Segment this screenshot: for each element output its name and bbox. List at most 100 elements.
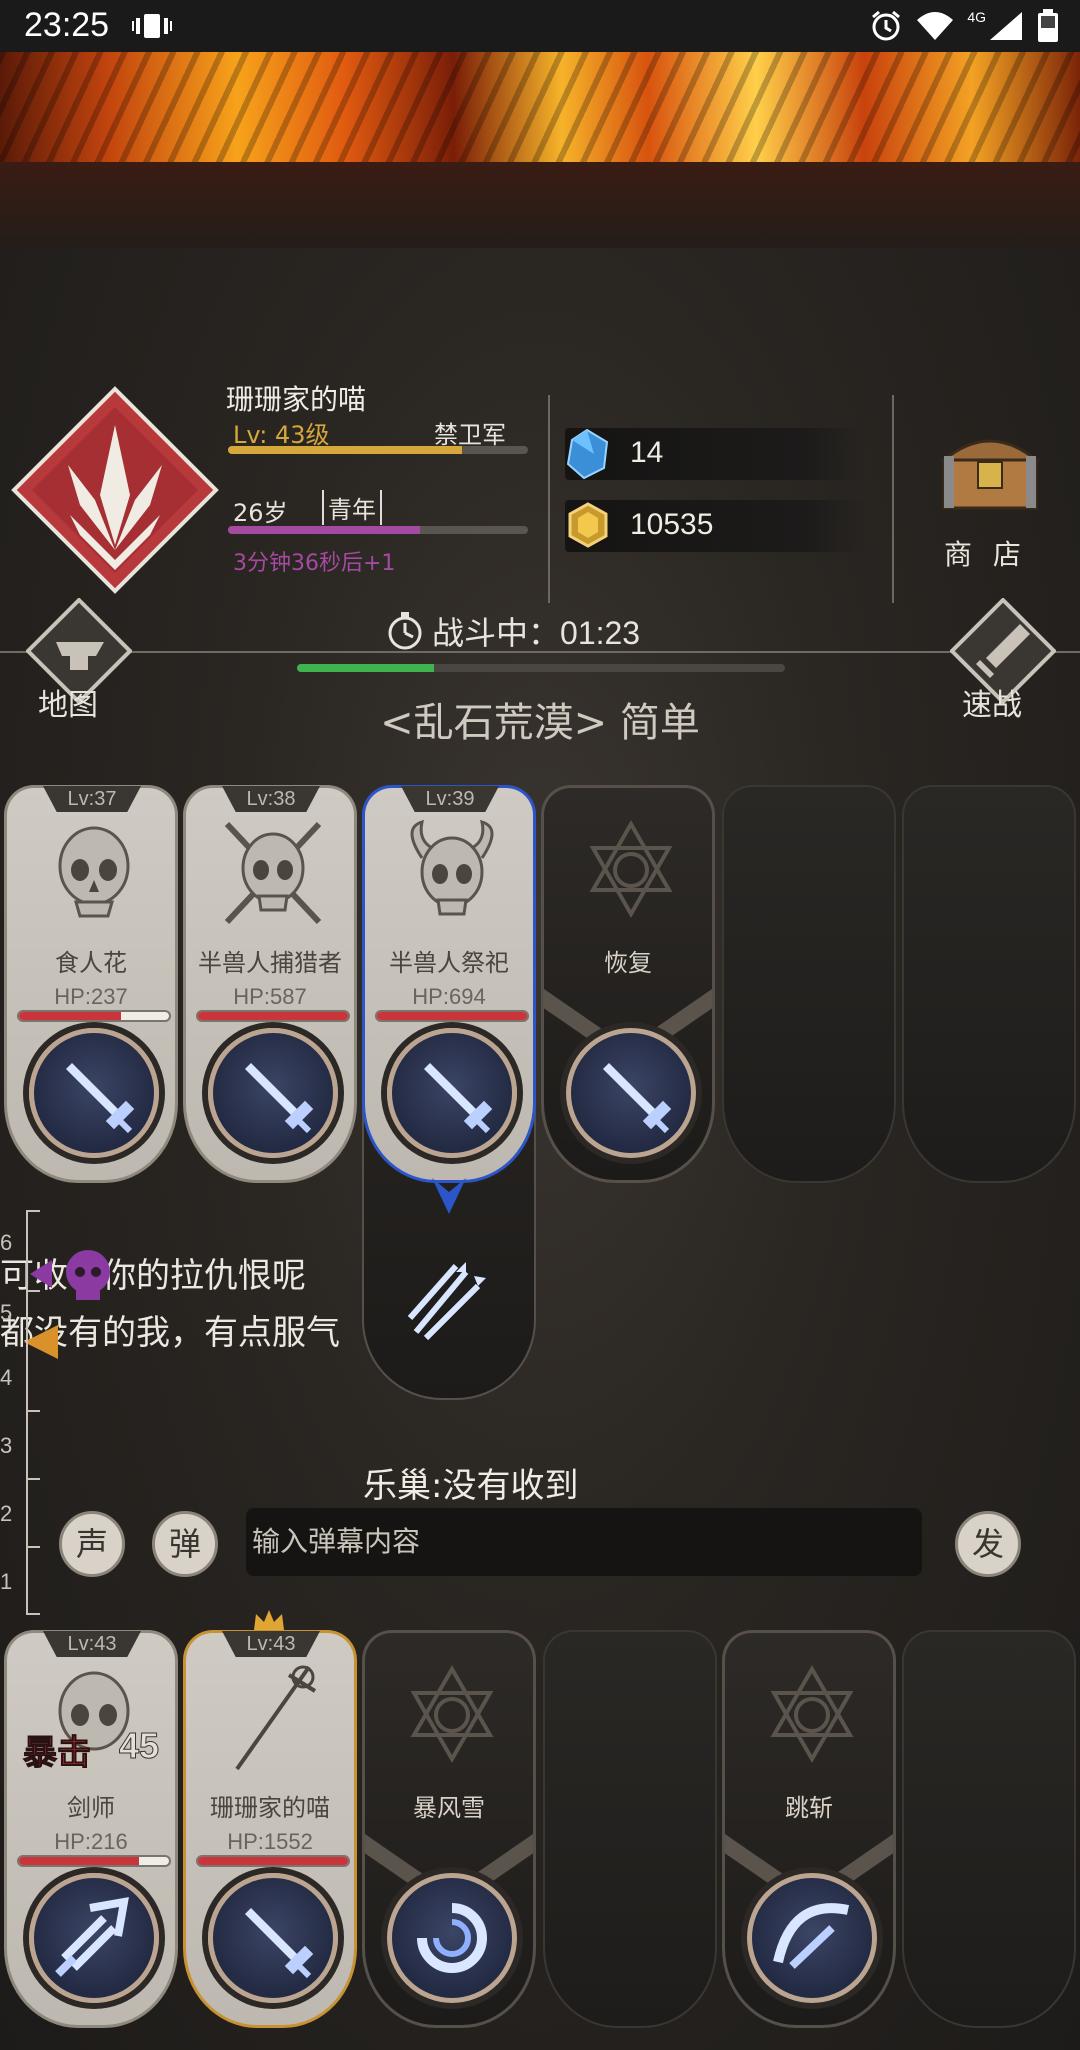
card-level: Lv:37 bbox=[43, 786, 141, 812]
notice-text: 乐巢:没有收到 bbox=[363, 1466, 579, 1506]
clock: 23:25 bbox=[24, 6, 110, 44]
battle-status-label: 战斗中： bbox=[432, 614, 561, 652]
sword-icon[interactable] bbox=[387, 1028, 517, 1158]
divider bbox=[892, 395, 894, 603]
gold-resource bbox=[565, 500, 865, 552]
vibrate-icon bbox=[132, 14, 172, 38]
ruler-number: 2 bbox=[0, 1501, 13, 1526]
crown-icon bbox=[254, 1610, 284, 1630]
divider bbox=[0, 651, 1080, 653]
divider bbox=[548, 395, 550, 603]
sword-icon[interactable] bbox=[208, 1028, 338, 1158]
rapier-icon bbox=[235, 1665, 317, 1771]
ally-skill-card[interactable]: 暴风雪 bbox=[362, 1630, 536, 2028]
gem-count: 14 bbox=[630, 436, 664, 469]
card-hp: HP:694 bbox=[412, 984, 486, 1009]
card-level: Lv:39 bbox=[401, 786, 499, 812]
card-level: Lv:38 bbox=[222, 786, 320, 812]
hp-bar bbox=[17, 1010, 171, 1022]
shop-button[interactable]: 商 店 bbox=[944, 533, 1027, 573]
voice-button[interactable]: 声 bbox=[59, 1511, 125, 1577]
hexagram-icon bbox=[589, 819, 673, 919]
ruler-number: 4 bbox=[0, 1365, 13, 1390]
card-hp: HP:1552 bbox=[227, 1829, 313, 1854]
guild-emblem-icon[interactable] bbox=[10, 385, 220, 595]
swirl-icon[interactable] bbox=[387, 1873, 517, 2003]
age-timer: 3分钟36秒后+1 bbox=[233, 551, 396, 576]
enemy-card[interactable]: Lv:38 半兽人捕猎者 HP:587 bbox=[183, 785, 357, 1183]
burst-sword-icon[interactable] bbox=[29, 1873, 159, 2003]
enemy-card[interactable]: Lv:37 食人花 HP:237 bbox=[4, 785, 178, 1183]
skull-crossed-swords-icon bbox=[224, 821, 322, 925]
ally-card[interactable]: Lv:43 剑师 HP:216 暴击 45 bbox=[4, 1630, 178, 2028]
ruler-number: 6 bbox=[0, 1230, 13, 1255]
gold-coin-icon bbox=[568, 502, 608, 548]
sword-icon[interactable] bbox=[208, 1873, 338, 2003]
quick-battle-button[interactable]: 速战 bbox=[962, 680, 1022, 724]
crit-value: 45 bbox=[118, 1725, 160, 1767]
sword-icon[interactable] bbox=[29, 1028, 159, 1158]
signal-icon bbox=[990, 12, 1022, 40]
card-name: 暴风雪 bbox=[413, 1794, 485, 1822]
hexagram-icon bbox=[410, 1664, 494, 1764]
hexagram-icon bbox=[770, 1664, 854, 1764]
card-name: 恢复 bbox=[604, 949, 652, 977]
hp-bar bbox=[196, 1855, 350, 1867]
gem-icon bbox=[566, 428, 609, 480]
treasure-chest-icon[interactable] bbox=[938, 428, 1042, 512]
empty-slot bbox=[902, 785, 1076, 1183]
round-ruler bbox=[26, 1210, 40, 1615]
card-name: 半兽人捕猎者 bbox=[198, 949, 342, 977]
empty-slot bbox=[902, 1630, 1076, 2028]
enemy-skill-card[interactable]: 恢复 bbox=[541, 785, 715, 1183]
battle-banner-image bbox=[0, 52, 1080, 162]
horned-skull-icon bbox=[410, 819, 494, 916]
card-name: 剑师 bbox=[67, 1794, 115, 1822]
gem-resource bbox=[565, 428, 865, 480]
player-level: Lv: 43级 bbox=[233, 421, 330, 449]
card-hp: HP:216 bbox=[54, 1829, 128, 1854]
skull-marker-icon bbox=[30, 1250, 110, 1300]
ruler-number: 1 bbox=[0, 1569, 13, 1594]
hp-bar bbox=[17, 1855, 171, 1867]
battle-progress-bar bbox=[297, 664, 785, 672]
enemy-card-selected[interactable]: Lv:39 半兽人祭祀 HP:694 bbox=[362, 785, 536, 1183]
hp-bar bbox=[196, 1010, 350, 1022]
player-age-stage: 青年 bbox=[322, 490, 382, 525]
ally-card-leader[interactable]: Lv:43 珊珊家的喵 HP:1552 bbox=[183, 1630, 357, 2028]
ruler-number: 3 bbox=[0, 1433, 13, 1458]
card-name: 半兽人祭祀 bbox=[389, 949, 509, 977]
target-marker-icon bbox=[432, 1178, 466, 1214]
send-button[interactable]: 发 bbox=[955, 1511, 1021, 1577]
card-name: 食人花 bbox=[55, 949, 127, 977]
danmu-input[interactable]: 输入弹幕内容 bbox=[246, 1508, 922, 1576]
ally-skill-card[interactable]: 跳斩 bbox=[722, 1630, 896, 2028]
skull-icon bbox=[58, 826, 130, 918]
danmu-toggle-button[interactable]: 弹 bbox=[152, 1511, 218, 1577]
empty-slot bbox=[722, 785, 896, 1183]
wifi-icon bbox=[917, 12, 954, 40]
stopwatch-icon bbox=[388, 612, 422, 650]
sword-icon[interactable] bbox=[566, 1028, 696, 1158]
slash-sword-icon[interactable] bbox=[747, 1873, 877, 2003]
empty-slot bbox=[543, 1630, 717, 2028]
network-label: 4G bbox=[967, 9, 986, 25]
arrow-volley-icon[interactable] bbox=[386, 1242, 506, 1366]
player-name: 珊珊家的喵 bbox=[226, 383, 367, 416]
card-name: 跳斩 bbox=[785, 1794, 833, 1822]
map-button[interactable]: 地图 bbox=[38, 680, 98, 724]
card-level: Lv:43 bbox=[43, 1631, 141, 1657]
card-hp: HP:237 bbox=[54, 984, 128, 1009]
battery-icon bbox=[1038, 9, 1058, 42]
hp-bar bbox=[375, 1010, 529, 1022]
crit-label: 暴击 bbox=[23, 1733, 92, 1774]
status-bar: 23:25 4G bbox=[0, 0, 1080, 52]
ruler-number: 5 bbox=[0, 1300, 13, 1325]
player-age: 26岁 bbox=[233, 499, 288, 527]
battle-status: 战斗中：01:23 bbox=[432, 608, 640, 654]
gold-count: 10535 bbox=[630, 508, 714, 541]
card-hp: HP:587 bbox=[233, 984, 307, 1009]
banner-shade bbox=[0, 162, 1080, 248]
exp-bar bbox=[228, 446, 528, 454]
alarm-icon bbox=[872, 10, 901, 41]
